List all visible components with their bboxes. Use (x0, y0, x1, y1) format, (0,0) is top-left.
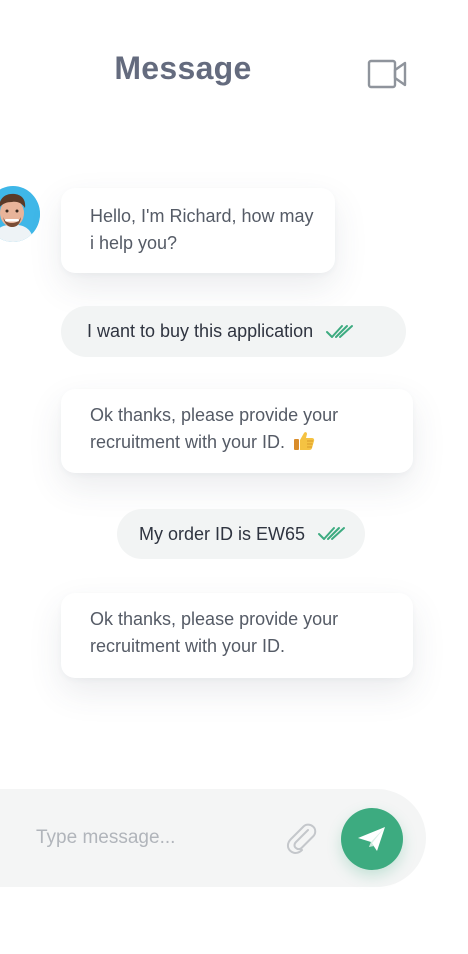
paperclip-icon[interactable] (284, 822, 318, 854)
avatar-icon (0, 187, 40, 242)
outgoing-message-bubble: My order ID is EW65 (117, 509, 365, 559)
message-text: I want to buy this application (87, 321, 314, 341)
double-check-icon (317, 526, 347, 542)
page-title: Message (114, 50, 252, 86)
message-text: Ok thanks, please provide your recruitme… (90, 609, 339, 656)
message-text: Hello, I'm Richard, how may i help you? (90, 206, 314, 253)
incoming-message-bubble: Ok thanks, please provide your recruitme… (61, 593, 413, 678)
paper-plane-icon (358, 827, 385, 851)
incoming-message-bubble: Hello, I'm Richard, how may i help you? (61, 188, 335, 273)
incoming-message-bubble: Ok thanks, please provide your recruitme… (61, 389, 413, 473)
message-input[interactable] (36, 822, 276, 854)
outgoing-message-bubble: I want to buy this application (61, 306, 406, 357)
thumbs-up-icon (293, 431, 315, 451)
double-check-icon (325, 324, 355, 340)
agent-avatar[interactable] (0, 186, 40, 242)
send-button[interactable] (341, 808, 403, 870)
message-text: My order ID is EW65 (139, 523, 306, 544)
video-camera-icon[interactable] (366, 57, 408, 91)
